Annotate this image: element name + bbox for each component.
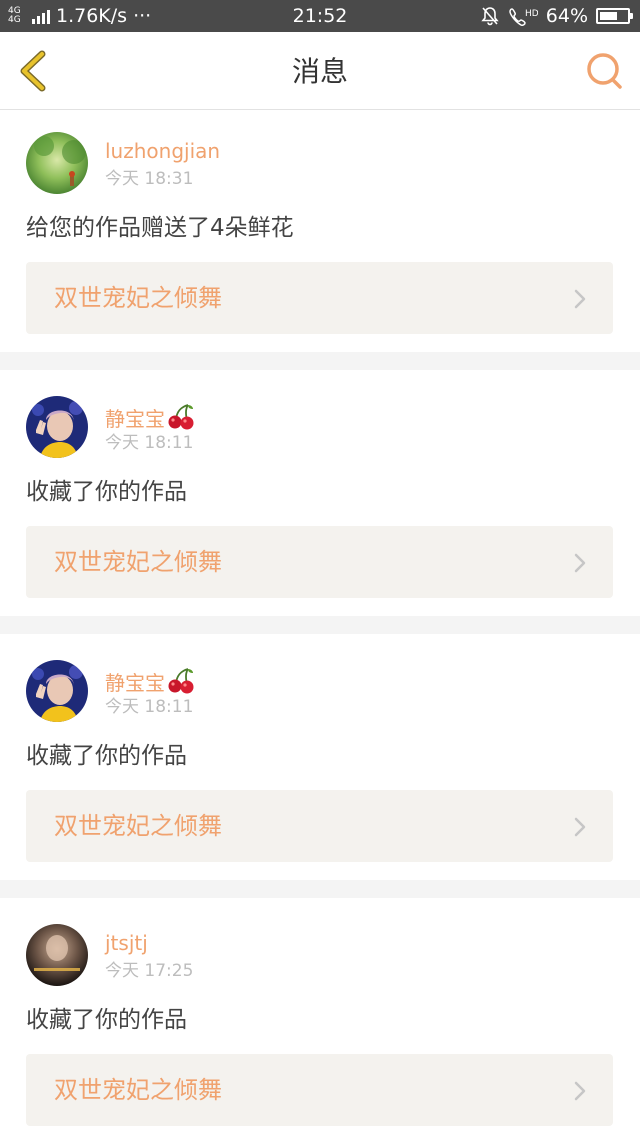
chevron-right-icon [574,817,586,837]
work-link[interactable]: 双世宠妃之倾舞 [26,526,613,598]
page-title: 消息 [291,55,348,88]
cherry-icon [167,402,195,436]
portrait-avatar[interactable] [26,396,88,458]
message-text: 给您的作品赠送了4朵鲜花 [26,215,294,241]
portrait-avatar[interactable] [26,660,88,722]
svg-text:HD: HD [525,9,538,19]
chevron-right-icon [574,289,586,309]
chevron-right-icon [574,1081,586,1101]
status-right: HD 64% [480,4,633,28]
username[interactable]: 静宝宝 [105,402,195,436]
username[interactable]: 静宝宝 [105,666,195,700]
nav-bar: 消息 [0,32,640,110]
message-text: 收藏了你的作品 [26,479,187,505]
message-text: 收藏了你的作品 [26,1007,187,1033]
message-item: 静宝宝 今天 18:11 收藏了你的作品 双世宠妃之倾舞 [0,634,640,880]
nature-avatar[interactable] [26,132,88,194]
message-time: 今天 18:11 [105,697,194,717]
work-title: 双世宠妃之倾舞 [54,812,222,840]
search-button[interactable] [584,50,626,92]
message-item: jtsjtj 今天 17:25 收藏了你的作品 双世宠妃之倾舞 [0,898,640,1138]
chevron-right-icon [574,553,586,573]
battery-percent: 64% [545,5,588,27]
hd-call-icon: HD [508,6,538,26]
username[interactable]: luzhongjian [105,138,220,164]
cherry-icon [167,666,195,700]
username[interactable]: jtsjtj [105,930,148,956]
message-time: 今天 18:31 [105,169,194,189]
message-text: 收藏了你的作品 [26,743,187,769]
status-bar: 4G 4G 1.76K/s ··· 21:52 HD 64% [0,0,640,32]
work-title: 双世宠妃之倾舞 [54,284,222,312]
work-link[interactable]: 双世宠妃之倾舞 [26,262,613,334]
search-icon [587,53,622,89]
message-time: 今天 18:11 [105,433,194,453]
message-item: luzhongjian 今天 18:31 给您的作品赠送了4朵鲜花 双世宠妃之倾… [0,110,640,352]
battery-icon [596,8,633,24]
work-title: 双世宠妃之倾舞 [54,1076,222,1104]
message-time: 今天 17:25 [105,961,194,981]
message-item: 静宝宝 今天 18:11 收藏了你的作品 双世宠妃之倾舞 [0,370,640,616]
work-title: 双世宠妃之倾舞 [54,548,222,576]
work-link[interactable]: 双世宠妃之倾舞 [26,1054,613,1126]
mute-bell-icon [480,6,500,26]
dark-avatar[interactable] [26,924,88,986]
work-link[interactable]: 双世宠妃之倾舞 [26,790,613,862]
